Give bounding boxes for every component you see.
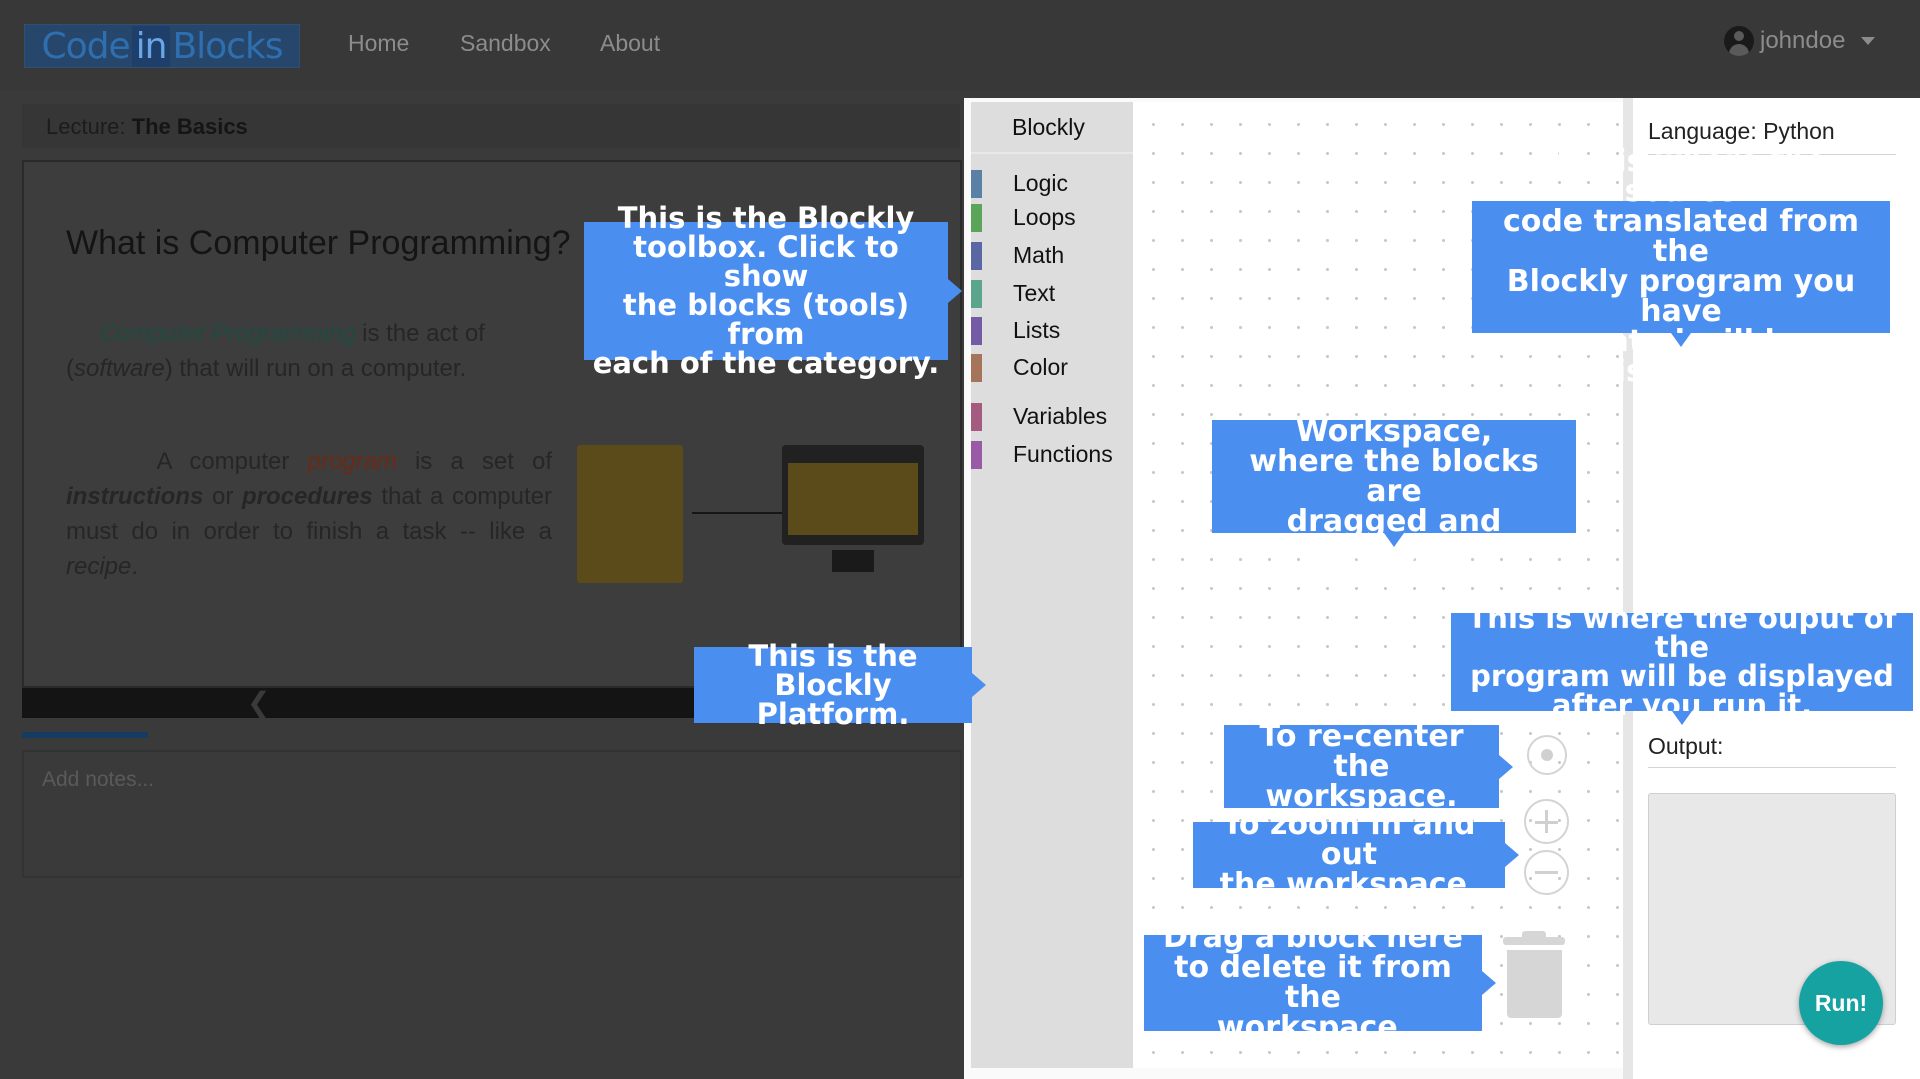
tooltip-line: This is the Workspace,	[1295, 383, 1493, 449]
term-computer-programming: Computer Programming	[99, 320, 356, 347]
p2-b: is a set of	[414, 448, 552, 475]
category-label: Color	[1013, 354, 1068, 380]
category-color-swatch	[971, 441, 982, 469]
tooltip-line: This is the	[748, 638, 918, 673]
category-label: Lists	[1013, 317, 1061, 343]
category-color-swatch	[971, 170, 982, 198]
category-label: Math	[1013, 242, 1065, 268]
term-recipe: recipe	[66, 553, 132, 580]
tooltip-line: toolbox. Click to show	[633, 230, 899, 293]
tooltip-line: the workspace.	[1219, 867, 1479, 902]
tooltip-source-code: This is where the source code translated…	[1472, 147, 1890, 387]
tooltip-line: program will be displayed	[1470, 659, 1894, 693]
toolbox-category-loops[interactable]: Loops	[971, 202, 1133, 234]
tooltip-output: This is where the ouput of the program w…	[1451, 604, 1913, 725]
category-label: Variables	[1013, 403, 1108, 429]
toolbox-title: Blockly	[1012, 114, 1085, 140]
tooltip-line: each of the category.	[592, 346, 940, 380]
logo-text-code: Code	[41, 25, 130, 67]
category-color-swatch	[971, 242, 982, 270]
output-label: Output:	[1648, 733, 1724, 759]
toolbox-category-variables[interactable]: Variables	[971, 401, 1133, 433]
category-color-swatch	[971, 280, 982, 308]
term-software: software	[74, 355, 165, 382]
tooltip-recenter: To re-center the workspace.	[1224, 718, 1513, 811]
slide-paragraph-2: A computer program is a set of instructi…	[66, 448, 553, 580]
lecture-prefix: Lecture:	[46, 114, 126, 139]
tooltip-line: This is where the source	[1535, 144, 1827, 209]
lecture-header: Lecture: The Basics	[22, 104, 960, 148]
tooltip-line: where the blocks are	[1249, 443, 1539, 509]
category-color-swatch	[971, 354, 982, 382]
slide-title: What is Computer Programming?	[66, 224, 571, 262]
tooltip-line: dragged and dropped.	[1286, 503, 1502, 569]
nav-link-sandbox[interactable]: Sandbox	[460, 30, 551, 57]
term-program: program	[307, 448, 397, 475]
toolbox-category-functions[interactable]: Functions	[971, 439, 1133, 471]
tooltip-line: To re-center the	[1259, 718, 1464, 784]
tooltip-line: after you run it.	[1551, 688, 1813, 722]
tooltip-line: code translated from the	[1502, 204, 1860, 269]
tooltip-line: workspace.	[1216, 1010, 1410, 1045]
top-navbar: Code in Blocks Home Sandbox About johndo…	[0, 0, 1920, 90]
slide-paragraph-1: Computer Programming is the act of (soft…	[66, 320, 485, 382]
tooltip-line: To zoom in and out	[1222, 807, 1476, 872]
tooltip-line: Drag a block here	[1163, 920, 1463, 955]
monitor-stand-icon	[832, 550, 874, 572]
arrow-icon	[692, 507, 794, 519]
logo-text-in: in	[131, 25, 171, 67]
zoom-out-icon[interactable]	[1524, 850, 1569, 895]
tooltip-line: This is the Blockly	[617, 201, 915, 235]
user-avatar-icon	[1724, 26, 1754, 56]
category-label: Logic	[1013, 170, 1068, 196]
divider	[1648, 767, 1896, 768]
computer-code-illustration-icon	[782, 445, 924, 545]
username: johndoe	[1760, 27, 1846, 54]
tooltip-line: the blocks (tools) from	[622, 288, 910, 351]
toolbox-category-color[interactable]: Color	[971, 352, 1133, 384]
category-color-swatch	[971, 403, 982, 431]
recenter-icon[interactable]	[1527, 735, 1567, 775]
toolbox-category-lists[interactable]: Lists	[971, 315, 1133, 347]
tooltip-line: created will be displayed.	[1555, 324, 1807, 389]
chevron-down-icon	[1861, 37, 1876, 45]
recipe-illustration-icon	[577, 445, 683, 583]
p2-or: or	[211, 483, 234, 510]
category-label: Loops	[1013, 204, 1076, 230]
term-procedures: procedures	[241, 483, 373, 510]
brand-logo[interactable]: Code in Blocks	[24, 24, 300, 68]
tooltip-trash: Drag a block here to delete it from the …	[1144, 923, 1496, 1043]
tooltip-line: to delete it from the	[1174, 950, 1452, 1015]
term-instructions: instructions	[66, 483, 204, 510]
notes-input[interactable]: Add notes...	[22, 750, 962, 878]
nav-link-home[interactable]: Home	[348, 30, 409, 57]
tooltip-zoom: To zoom in and out the workspace.	[1193, 810, 1519, 900]
toolbox-category-logic[interactable]: Logic	[971, 168, 1133, 200]
language-label: Language: Python	[1648, 118, 1835, 144]
tooltip-line: This is where the ouput of the	[1467, 601, 1897, 664]
p1-rest: is the act of	[362, 320, 485, 347]
tooltip-toolbox: This is the Blockly toolbox. Click to sh…	[584, 204, 962, 378]
category-color-swatch	[971, 317, 982, 345]
chevron-left-icon[interactable]: ❮	[247, 688, 270, 718]
tooltip-line: Blockly Platform.	[756, 667, 910, 731]
slide-progress-bar	[22, 732, 148, 738]
tooltip-workspace: This is the Workspace, where the blocks …	[1212, 386, 1576, 566]
run-button[interactable]: Run!	[1799, 961, 1883, 1045]
lecture-name: The Basics	[131, 114, 248, 139]
tooltip-platform: This is the Blockly Platform.	[694, 641, 986, 728]
p1-line2: that will run on a computer.	[179, 355, 467, 382]
toolbox-category-math[interactable]: Math	[971, 240, 1133, 272]
category-label: Functions	[1013, 441, 1113, 467]
toolbox-category-text[interactable]: Text	[971, 278, 1133, 310]
tooltip-line: Blockly program you have	[1506, 264, 1856, 329]
category-label: Text	[1013, 280, 1056, 306]
p2-a: A computer	[156, 448, 290, 475]
nav-link-about[interactable]: About	[600, 30, 660, 57]
category-color-swatch	[971, 204, 982, 232]
logo-text-blocks: Blocks	[172, 25, 283, 67]
user-menu[interactable]: johndoe	[1724, 26, 1876, 56]
zoom-in-icon[interactable]	[1524, 799, 1569, 844]
toolbox-divider	[971, 152, 1133, 154]
